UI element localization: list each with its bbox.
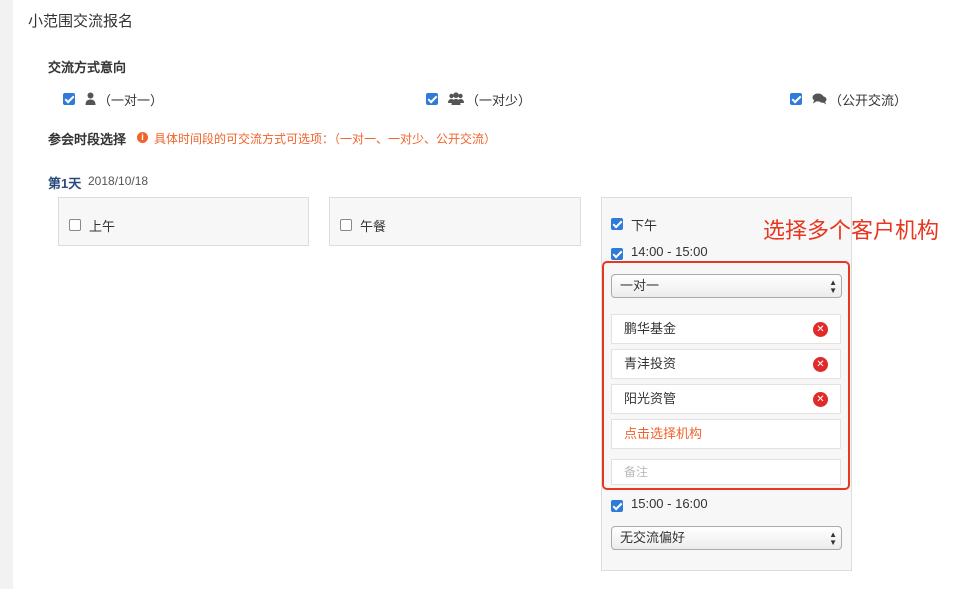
preference-select-value: 无交流偏好	[620, 530, 686, 545]
mode-public-label: （公开交流）	[829, 93, 908, 108]
session-hint: 具体时间段的可交流方式可选项：（一对一、一对少、公开交流）	[154, 132, 497, 146]
users-icon	[448, 92, 464, 105]
left-border-strip	[0, 0, 13, 589]
lunch-checkbox[interactable]	[340, 219, 352, 231]
annotation-text: 选择多个客户机构	[763, 218, 940, 243]
mode-public-checkbox[interactable]	[790, 93, 802, 105]
exchange-mode-label: 交流方式意向	[48, 60, 127, 75]
morning-checkbox[interactable]	[69, 219, 81, 231]
slot-1500-time: 15:00 - 16:00	[631, 496, 708, 511]
afternoon-label: 下午	[631, 218, 658, 233]
user-icon	[85, 92, 96, 105]
mode-one-on-one-checkbox[interactable]	[63, 93, 75, 105]
mode-one-to-few-label: （一对少）	[466, 93, 532, 108]
day-date: 2018/10/18	[88, 174, 149, 188]
morning-label: 上午	[89, 219, 116, 234]
morning-panel: 上午	[58, 197, 309, 246]
slot-1500-checkbox[interactable]	[611, 500, 623, 512]
lunch-label: 午餐	[360, 219, 387, 234]
slot-1400-time: 14:00 - 15:00	[631, 244, 708, 259]
slot-1400-checkbox[interactable]	[611, 248, 623, 260]
mode-one-on-one-label: （一对一）	[98, 93, 164, 108]
select-arrows-icon: ▲ ▼	[829, 530, 837, 547]
lunch-panel: 午餐	[329, 197, 581, 246]
info-icon: i	[137, 132, 148, 143]
day-label: 第1天	[48, 176, 82, 191]
highlight-box	[602, 261, 850, 490]
preference-select[interactable]: 无交流偏好 ▲ ▼	[611, 526, 842, 550]
page-title: 小范围交流报名	[28, 13, 134, 30]
afternoon-checkbox[interactable]	[611, 218, 623, 230]
mode-one-to-few-checkbox[interactable]	[426, 93, 438, 105]
session-select-label: 参会时段选择	[48, 132, 127, 147]
comments-icon	[812, 93, 827, 105]
